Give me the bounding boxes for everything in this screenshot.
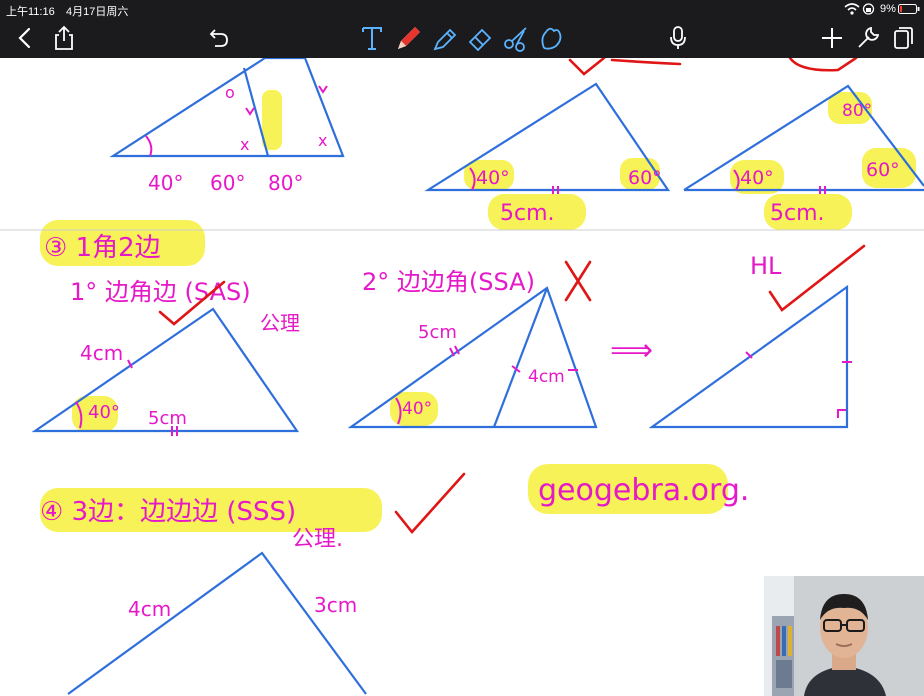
tri2-angle-60: 60° xyxy=(628,167,662,189)
check-top-1 xyxy=(568,58,606,76)
arrow-tick-right xyxy=(318,85,328,94)
implies-arrow: ⟹ xyxy=(610,333,653,368)
underline-top xyxy=(610,58,682,66)
sss-axiom: 公理. xyxy=(292,527,343,552)
tri3-side-5cm: 5cm. xyxy=(770,201,825,226)
text-icon xyxy=(362,27,382,50)
text-tool-button[interactable] xyxy=(356,22,388,54)
chevron-left-icon xyxy=(18,27,31,49)
battery-percent: 9% xyxy=(880,3,896,15)
ssa-side-5cm: 5cm xyxy=(418,322,457,343)
microphone-button[interactable] xyxy=(662,22,694,54)
triangle-hl xyxy=(648,284,849,429)
check-top-2 xyxy=(788,58,858,72)
screen-lock-icon xyxy=(862,3,875,15)
status-time: 上午11:16 xyxy=(6,6,55,18)
presenter-video-frame xyxy=(764,576,924,696)
scissors-tool-button[interactable] xyxy=(500,22,532,54)
pen-tool-button[interactable] xyxy=(392,22,424,54)
eraser-icon xyxy=(468,28,492,52)
webcam-video[interactable] xyxy=(764,576,924,696)
eraser-tool-button[interactable] xyxy=(464,22,496,54)
highlighter-tool-button[interactable] xyxy=(428,22,460,54)
triangle-ssa xyxy=(347,286,598,429)
note-canvas[interactable]: 40° 60° 80° o x x 40° 60° 5cm. 40° 60° 8… xyxy=(0,58,924,696)
hl-label: HL xyxy=(750,252,782,280)
angle-label-80: 80° xyxy=(268,171,303,195)
triangle-sss xyxy=(67,551,367,695)
case4-heading: ④ 3边：边边边 (SSS) xyxy=(40,497,296,527)
pages-button[interactable] xyxy=(886,22,918,54)
mark-o: o xyxy=(225,83,235,102)
highlighter-icon xyxy=(433,28,457,51)
microphone-icon xyxy=(670,26,686,49)
wrench-icon xyxy=(858,26,880,48)
mark-x-right: x xyxy=(318,131,327,150)
battery-icon xyxy=(898,4,920,14)
sas-axiom: 公理 xyxy=(260,311,300,335)
sas-angle-40: 40° xyxy=(88,402,120,423)
pen-icon xyxy=(398,27,420,49)
right-angle-hl xyxy=(837,409,846,418)
sss-side-3cm: 3cm xyxy=(314,593,357,617)
check-hl xyxy=(768,244,866,312)
mark-x-left: x xyxy=(240,135,249,154)
status-date: 4月17日周六 xyxy=(66,6,129,18)
tri3-angle-80: 80° xyxy=(842,101,872,121)
tri3-angle-40: 40° xyxy=(740,167,774,189)
share-icon xyxy=(55,25,73,50)
pages-icon xyxy=(894,27,913,49)
lasso-icon xyxy=(541,27,562,50)
lasso-tool-button[interactable] xyxy=(534,22,566,54)
back-button[interactable] xyxy=(10,22,42,54)
settings-button[interactable] xyxy=(852,22,884,54)
toolbar xyxy=(0,18,924,58)
check-sss xyxy=(394,472,466,535)
sas-side-4cm: 4cm xyxy=(80,341,123,365)
add-page-button[interactable] xyxy=(816,22,848,54)
tri2-angle-40: 40° xyxy=(476,167,510,189)
arc-top-left xyxy=(145,135,153,157)
arrow-tick-left xyxy=(245,107,255,116)
undo-icon xyxy=(209,29,228,47)
sss-side-4cm: 4cm xyxy=(128,597,171,621)
angle-label-60: 60° xyxy=(210,171,245,195)
scissors-icon xyxy=(504,27,527,52)
status-bar: 上午11:16 4月17日周六 9% xyxy=(0,0,924,18)
triangle-ssa-second-side xyxy=(492,287,549,428)
case3-heading: ③ 1角2边 xyxy=(44,233,161,263)
share-button[interactable] xyxy=(48,22,80,54)
plus-icon xyxy=(822,28,842,48)
ssa-label: 2° 边边角(SSA) xyxy=(362,268,535,296)
ssa-angle-40: 40° xyxy=(402,399,432,419)
cross-ssa xyxy=(564,260,592,302)
tri2-side-5cm: 5cm. xyxy=(500,201,555,226)
geogebra-link: geogebra.org. xyxy=(538,473,749,508)
triangle-top-left xyxy=(109,58,345,158)
ssa-length-4cm: 4cm xyxy=(528,367,565,387)
tri3-angle-60: 60° xyxy=(866,159,900,181)
wifi-icon xyxy=(844,3,860,15)
sas-side-5cm: 5cm xyxy=(148,408,187,429)
undo-button[interactable] xyxy=(202,22,234,54)
angle-label-40: 40° xyxy=(148,171,183,195)
